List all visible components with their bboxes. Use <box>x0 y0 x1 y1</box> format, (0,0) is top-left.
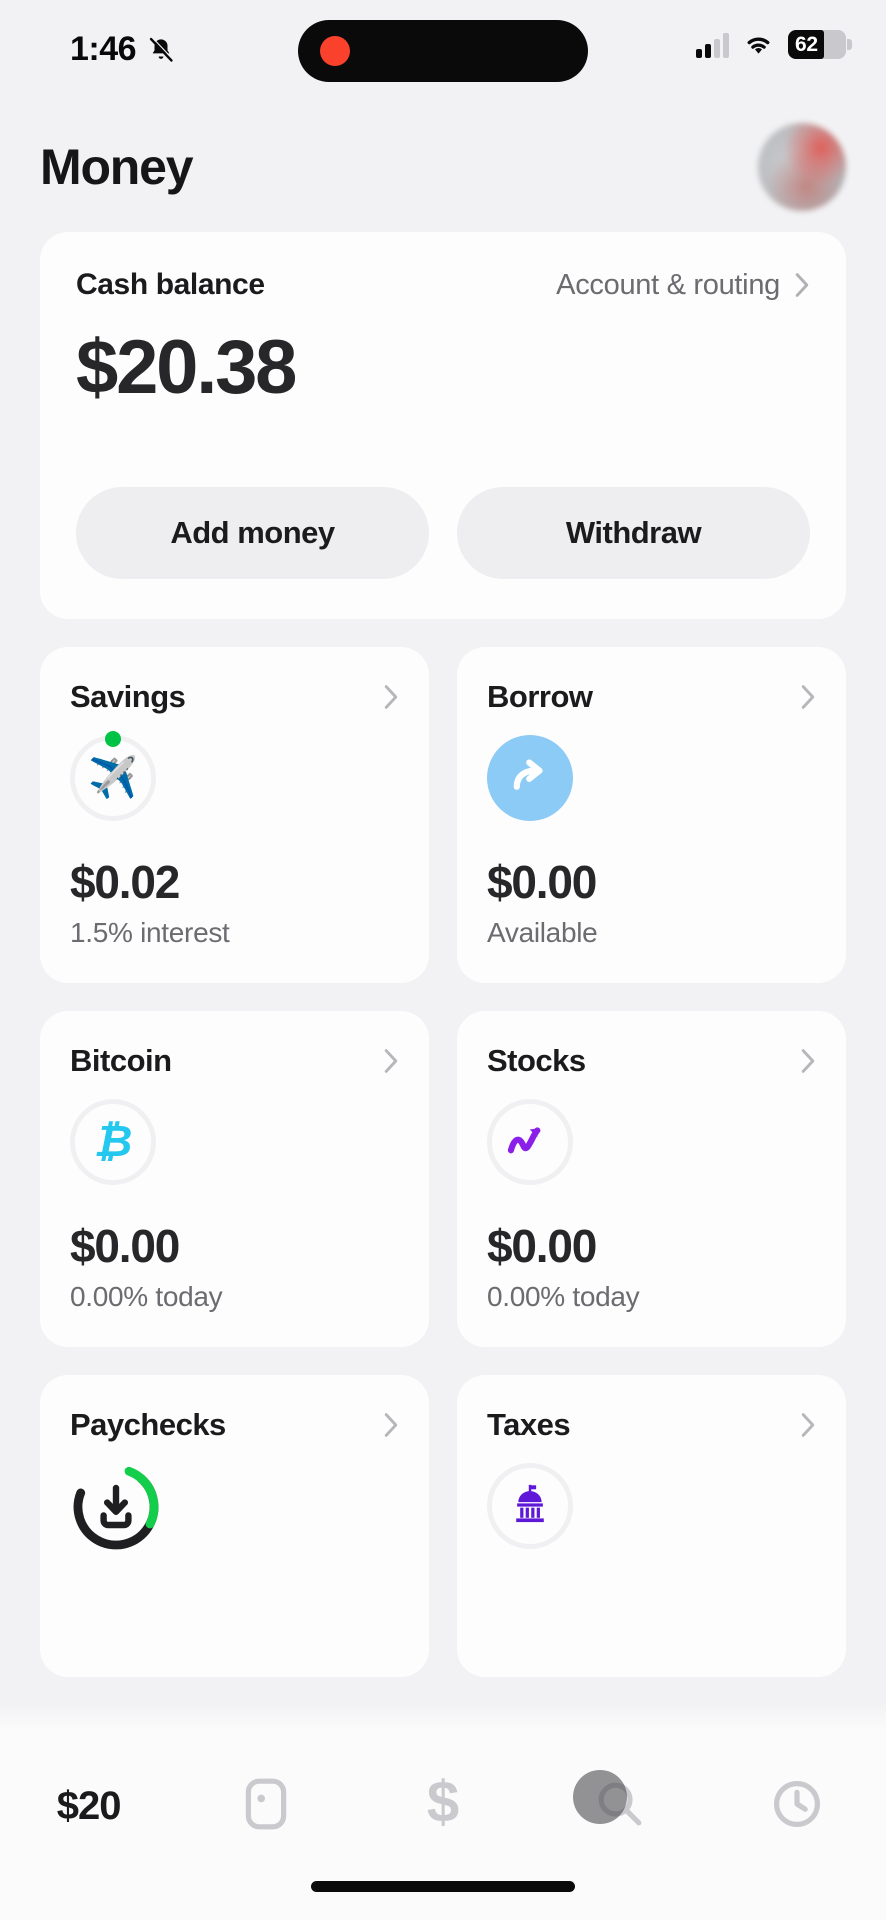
tile-bitcoin[interactable]: Bitcoin ₿ $0.00 0.00% today <box>40 1011 429 1347</box>
cash-balance-actions: Add money Withdraw <box>76 487 810 579</box>
tile-borrow-subtitle: Available <box>487 917 598 948</box>
money-tab-label: $20 <box>56 1783 122 1828</box>
tile-paychecks-header: Paychecks <box>70 1407 399 1443</box>
withdraw-button[interactable]: Withdraw <box>457 487 810 579</box>
status-bar-right: 62 <box>696 30 852 59</box>
tab-money[interactable]: $20 <box>14 1766 164 1846</box>
svg-text:$: $ <box>427 1775 459 1833</box>
tile-taxes[interactable]: Taxes <box>457 1375 846 1677</box>
paychecks-icon-wrap <box>70 1463 162 1555</box>
avatar[interactable] <box>758 123 846 211</box>
tile-stocks-subtitle: 0.00% today <box>487 1281 640 1312</box>
tile-savings-subtitle: 1.5% interest <box>70 917 230 948</box>
tile-borrow-title: Borrow <box>487 679 593 714</box>
tile-bitcoin-title: Bitcoin <box>70 1043 172 1078</box>
tab-activity[interactable] <box>722 1766 872 1846</box>
chevron-right-icon <box>800 684 816 710</box>
battery-percent-label: 62 <box>795 32 818 56</box>
cash-balance-amount: $20.38 <box>76 325 297 410</box>
cellular-signal-icon <box>696 32 729 58</box>
tile-taxes-header: Taxes <box>487 1407 816 1443</box>
home-indicator <box>311 1881 575 1892</box>
cash-balance-label: Cash balance <box>76 268 265 301</box>
bitcoin-icon-wrap: ₿ <box>70 1099 156 1185</box>
tile-bitcoin-header: Bitcoin <box>70 1043 399 1079</box>
tile-taxes-title: Taxes <box>487 1407 571 1442</box>
curved-arrow-icon <box>487 735 573 821</box>
tile-bitcoin-amount: $0.00 <box>70 1220 180 1272</box>
bitcoin-icon: ₿ <box>93 1116 133 1167</box>
chart-trending-up-icon <box>505 1118 555 1167</box>
tab-card[interactable] <box>191 1766 341 1846</box>
battery-icon: 62 <box>788 30 852 59</box>
airplane-icon: ✈️ <box>88 756 138 800</box>
dollar-sign-icon: $ <box>423 1769 463 1838</box>
status-bar: 1:46 62 <box>0 0 886 100</box>
tile-savings-header: Savings <box>70 679 399 715</box>
tile-borrow-header: Borrow <box>487 679 816 715</box>
bottom-tab-bar: $20 $ <box>0 1730 886 1920</box>
account-routing-link[interactable]: Account & routing <box>556 269 810 302</box>
page-title: Money <box>40 139 194 195</box>
account-routing-label: Account & routing <box>556 268 780 301</box>
tab-payments[interactable]: $ <box>368 1766 518 1846</box>
touch-cursor-indicator <box>573 1770 628 1824</box>
status-bar-left: 1:46 <box>70 30 176 69</box>
chevron-right-icon <box>383 1048 399 1074</box>
account-tiles-grid: Savings ✈️ $0.02 1.5% interest Borrow $0… <box>40 647 846 1677</box>
clock-icon <box>771 1778 823 1835</box>
tile-borrow[interactable]: Borrow $0.00 Available <box>457 647 846 983</box>
stocks-icon-wrap <box>487 1099 573 1185</box>
tile-paychecks-title: Paychecks <box>70 1407 226 1442</box>
tile-stocks-header: Stocks <box>487 1043 816 1079</box>
phone-screen: 1:46 62 Money Cash balance Account & rou… <box>0 0 886 1920</box>
savings-progress-dot <box>105 731 121 747</box>
card-icon <box>242 1776 290 1837</box>
wifi-icon <box>742 32 775 57</box>
taxes-icon-wrap <box>487 1463 573 1549</box>
tile-stocks-amount: $0.00 <box>487 1220 597 1272</box>
tile-savings[interactable]: Savings ✈️ $0.02 1.5% interest <box>40 647 429 983</box>
borrow-icon-wrap <box>487 735 573 821</box>
record-dot-icon <box>320 36 350 66</box>
status-bar-clock: 1:46 <box>70 30 137 68</box>
tile-paychecks[interactable]: Paychecks <box>40 1375 429 1677</box>
cash-balance-header: Cash balance Account & routing <box>76 268 810 302</box>
chevron-right-icon <box>800 1048 816 1074</box>
chevron-right-icon <box>800 1412 816 1438</box>
direct-deposit-icon <box>70 1461 162 1558</box>
chevron-right-icon <box>383 684 399 710</box>
main-content: Cash balance Account & routing $20.38 Ad… <box>0 232 886 1732</box>
tile-stocks-title: Stocks <box>487 1043 586 1078</box>
cash-balance-card[interactable]: Cash balance Account & routing $20.38 Ad… <box>40 232 846 619</box>
dynamic-island <box>298 20 588 82</box>
bell-slash-icon <box>146 35 176 65</box>
chevron-right-icon <box>383 1412 399 1438</box>
tab-search[interactable] <box>545 1766 695 1846</box>
chevron-right-icon <box>794 272 810 298</box>
add-money-button[interactable]: Add money <box>76 487 429 579</box>
savings-icon-wrap: ✈️ <box>70 731 156 821</box>
tile-bitcoin-subtitle: 0.00% today <box>70 1281 223 1312</box>
government-building-icon <box>507 1481 553 1532</box>
tile-stocks[interactable]: Stocks $0.00 0.00% today <box>457 1011 846 1347</box>
tile-savings-amount: $0.02 <box>70 856 180 908</box>
tile-savings-title: Savings <box>70 679 186 714</box>
tile-borrow-amount: $0.00 <box>487 856 597 908</box>
page-header: Money <box>0 112 886 222</box>
